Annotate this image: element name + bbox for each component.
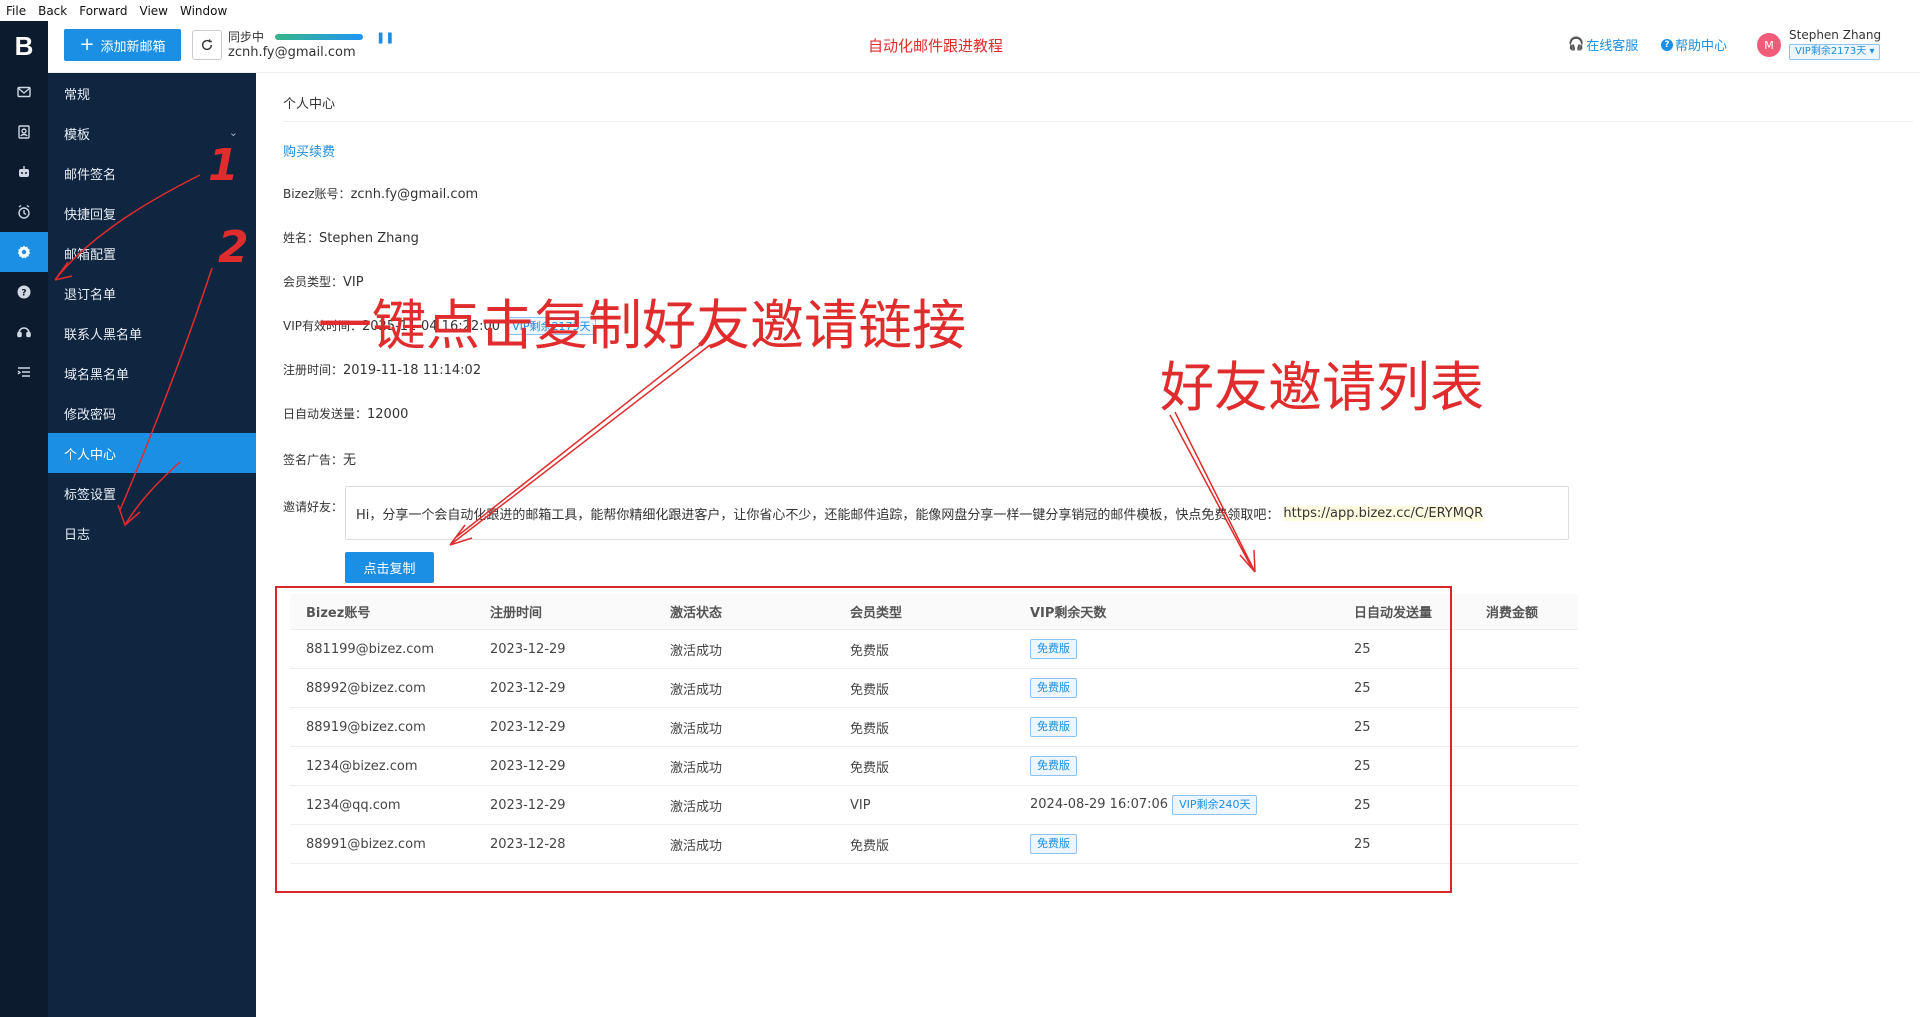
column-header: 消费金额 [1486, 606, 1539, 621]
pause-icon[interactable]: ❚❚ [376, 31, 394, 44]
annotation-copy-hint: 一键点击复制好友邀请链接 [318, 294, 966, 357]
user-name: Stephen Zhang [1789, 28, 1882, 42]
field-key: Bizez账号： [283, 187, 351, 201]
field-account: Bizez账号：zcnh.fy@gmail.com [283, 185, 478, 202]
sidebar-item-domain-blacklist[interactable]: 域名黑名单 [48, 353, 256, 393]
sidebar-item-label: 快捷回复 [64, 207, 117, 223]
field-value: zcnh.fy@gmail.com [350, 187, 479, 202]
sync-progress-bar [275, 34, 363, 40]
chevron-down-icon: ⌄ [228, 126, 238, 139]
sidebar-item-logs[interactable]: 日志 [48, 513, 256, 553]
robot-icon[interactable] [0, 152, 48, 192]
help-center-link[interactable]: ? 帮助中心 [1661, 35, 1727, 54]
menu-view[interactable]: View [140, 4, 168, 18]
field-register-time: 注册时间：2019-11-18 11:14:02 [283, 361, 481, 378]
sync-status: 同步中 [228, 30, 265, 44]
invite-text: Hi，分享一个会自动化跟进的邮箱工具，能帮你精细化跟进客户，让你省心不少，还能邮… [356, 507, 1280, 523]
sidebar-item-tags[interactable]: 标签设置 [48, 473, 256, 513]
plus-icon: + [79, 34, 95, 55]
app-logo: B [14, 30, 34, 61]
menu-back[interactable]: Back [38, 4, 67, 18]
sidebar-item-contact-blacklist[interactable]: 联系人黑名单 [48, 313, 256, 353]
online-support-link[interactable]: 🎧 在线客服 [1568, 35, 1638, 54]
field-daily-quota: 日自动发送量：12000 [283, 405, 408, 422]
sidebar-item-label: 常规 [64, 87, 91, 103]
current-account-email: zcnh.fy@gmail.com [228, 45, 356, 60]
headset-icon: 🎧 [1568, 37, 1585, 52]
help-center-label: 帮助中心 [1675, 39, 1728, 54]
question-icon: ? [1661, 38, 1673, 51]
field-signature-ad: 签名广告：无 [283, 449, 356, 468]
sidebar-item-label: 修改密码 [64, 407, 117, 423]
sidebar-item-unsubscribe[interactable]: 退订名单 [48, 273, 256, 313]
gear-icon[interactable] [0, 232, 48, 272]
svg-text:?: ? [21, 289, 26, 299]
field-member-type: 会员类型：VIP [283, 273, 364, 290]
sidebar-item-label: 个人中心 [64, 447, 117, 463]
menu-forward[interactable]: Forward [79, 4, 127, 18]
menu-window[interactable]: Window [180, 4, 227, 18]
sidebar-item-label: 模板 [64, 127, 91, 143]
sidebar-item-label: 退订名单 [64, 287, 117, 303]
annotation-number-1: 1 [208, 140, 239, 191]
annotation-list-hint: 好友邀请列表 [1160, 356, 1484, 419]
alarm-icon[interactable] [0, 192, 48, 232]
field-value: 2019-11-18 11:14:02 [343, 363, 482, 378]
sidebar-item-change-password[interactable]: 修改密码 [48, 393, 256, 433]
top-header: + 添加新邮箱 同步中 ❚❚ zcnh.fy@gmail.com 自动化邮件跟进… [48, 21, 1920, 73]
field-key: 注册时间： [283, 363, 344, 377]
list-icon[interactable] [0, 352, 48, 392]
field-value: Stephen Zhang [319, 231, 419, 246]
sidebar-item-label: 日志 [64, 527, 91, 543]
field-value: 12000 [367, 407, 409, 422]
field-value: VIP [343, 275, 364, 290]
invite-list-highlight-box [275, 586, 1452, 893]
invite-label: 邀请好友： [283, 500, 344, 514]
help-icon[interactable]: ? [0, 272, 48, 312]
page-title: 个人中心 [283, 97, 336, 112]
sync-button[interactable] [192, 30, 222, 60]
online-support-label: 在线客服 [1586, 39, 1639, 54]
invite-text-box[interactable]: Hi，分享一个会自动化跟进的邮箱工具，能帮你精细化跟进客户，让你省心不少，还能邮… [345, 486, 1569, 540]
add-mailbox-button[interactable]: + 添加新邮箱 [64, 29, 181, 61]
sidebar-item-profile[interactable]: 个人中心 [48, 433, 256, 473]
sidebar-item-label: 标签设置 [64, 487, 117, 503]
vip-days-badge[interactable]: VIP剩余2173天 ▾ [1789, 44, 1881, 60]
annotation-number-2: 2 [218, 222, 249, 273]
refresh-icon [201, 39, 213, 51]
field-key: 姓名： [283, 231, 320, 245]
menu-bar: File Back Forward View Window [0, 0, 1920, 21]
field-key: 签名广告： [283, 453, 344, 467]
header-title: 自动化邮件跟进教程 [868, 37, 1004, 55]
icon-rail: B ? [0, 21, 48, 1017]
copy-invite-button[interactable]: 点击复制 [345, 552, 434, 583]
support-icon[interactable] [0, 312, 48, 352]
field-name: 姓名：Stephen Zhang [283, 229, 419, 246]
renew-link[interactable]: 购买续费 [283, 141, 335, 160]
sidebar-item-general[interactable]: 常规 [48, 73, 256, 113]
avatar[interactable]: M [1757, 33, 1781, 57]
add-mailbox-label: 添加新邮箱 [100, 39, 166, 55]
sidebar-item-label: 联系人黑名单 [64, 327, 143, 343]
field-key: 会员类型： [283, 275, 344, 289]
menu-file[interactable]: File [6, 4, 26, 18]
contacts-icon[interactable] [0, 112, 48, 152]
sidebar-item-label: 邮箱配置 [64, 247, 117, 263]
invite-url: https://app.bizez.cc/C/ERYMQR [1283, 505, 1484, 521]
field-value: 无 [343, 453, 357, 468]
sidebar-item-label: 邮件签名 [64, 167, 117, 183]
field-key: 日自动发送量： [283, 407, 368, 421]
mail-icon[interactable] [0, 72, 48, 112]
sidebar-item-label: 域名黑名单 [64, 367, 130, 383]
settings-sidebar: 常规 模板 ⌄ 邮件签名 快捷回复 邮箱配置 退订名单 联系人黑名单 域名黑名单 … [48, 73, 256, 1017]
divider [283, 121, 1913, 122]
